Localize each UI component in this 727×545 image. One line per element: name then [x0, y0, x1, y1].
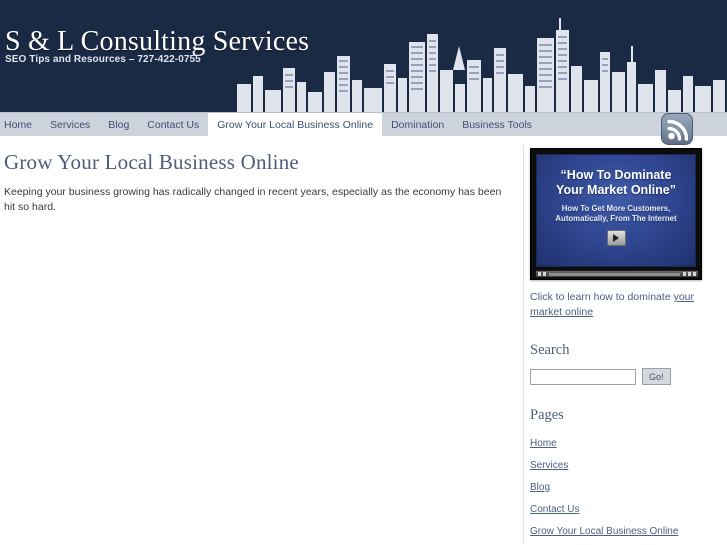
pages-link-home[interactable]: Home	[530, 438, 557, 449]
nav-item-contact-us[interactable]: Contact Us	[138, 113, 208, 137]
search-input[interactable]	[530, 368, 636, 385]
video-progress-slider[interactable]	[549, 272, 680, 276]
video-headline-line2: Your Market Online”	[556, 183, 676, 197]
promo-video-player[interactable]: “How To Dominate Your Market Online” How…	[530, 148, 702, 280]
video-caption-line1: Click to learn how to dominate	[530, 291, 671, 303]
video-watermark: ····	[540, 258, 551, 264]
list-item: Home	[530, 433, 727, 451]
video-control-bar[interactable]	[536, 270, 698, 277]
video-headline-line1: “How To Dominate	[560, 168, 672, 182]
video-screen: “How To Dominate Your Market Online” How…	[536, 154, 696, 267]
video-subline1: How To Get More Customers,	[561, 204, 671, 213]
list-item: Services	[530, 455, 727, 473]
pages-list: Home Services Blog Contact Us Grow Your …	[530, 433, 727, 545]
video-caption-link[interactable]: Click to learn how to dominate your mark…	[530, 290, 726, 320]
page-title: Grow Your Local Business Online	[4, 150, 299, 174]
content-wrapper: Grow Your Local Business Online Keeping …	[0, 136, 727, 545]
sidebar: “How To Dominate Your Market Online” How…	[524, 136, 727, 545]
search-widget: Search Go!	[530, 342, 727, 385]
search-go-button[interactable]: Go!	[642, 368, 671, 385]
site-header: S & L Consulting Services SEO Tips and R…	[0, 0, 727, 112]
pages-widget: Pages Home Services Blog Contact Us Grow…	[530, 407, 727, 545]
nav-item-business-tools[interactable]: Business Tools	[453, 113, 541, 137]
video-subline2: Automatically, From The Internet	[555, 214, 677, 223]
main-column: Grow Your Local Business Online Keeping …	[0, 136, 523, 545]
nav-item-blog[interactable]: Blog	[99, 113, 138, 137]
video-options-controls[interactable]	[683, 272, 696, 276]
pages-link-contact-us[interactable]: Contact Us	[530, 504, 579, 515]
video-fullscreen-icon[interactable]	[693, 272, 696, 276]
pages-link-blog[interactable]: Blog	[530, 482, 550, 493]
pages-widget-title: Pages	[530, 407, 564, 423]
site-tagline: SEO Tips and Resources – 727-422-0755	[5, 54, 201, 65]
list-item: Blog	[530, 477, 727, 495]
nav-item-home[interactable]: Home	[0, 113, 41, 137]
search-widget-title: Search	[530, 342, 570, 358]
video-volume-icon[interactable]	[683, 272, 686, 276]
nav-item-services[interactable]: Services	[41, 113, 99, 137]
nav-item-grow-your-local-business-online[interactable]: Grow Your Local Business Online	[208, 112, 383, 137]
video-transport-controls[interactable]	[538, 272, 546, 276]
video-subheadline: How To Get More Customers, Automatically…	[537, 204, 695, 224]
nav-item-domination[interactable]: Domination	[382, 113, 453, 137]
pages-link-services[interactable]: Services	[530, 460, 568, 471]
video-headline: “How To Dominate Your Market Online”	[537, 168, 695, 198]
page-root: S & L Consulting Services SEO Tips and R…	[0, 0, 727, 545]
video-stop-icon[interactable]	[543, 272, 546, 276]
page-intro-text: Keeping your business growing has radica…	[4, 186, 502, 214]
search-form: Go!	[530, 368, 727, 385]
video-play-button[interactable]	[606, 230, 626, 246]
pages-link-grow-your-local-business-online[interactable]: Grow Your Local Business Online	[530, 526, 678, 537]
list-item: Contact Us	[530, 499, 727, 517]
play-triangle-icon	[613, 234, 619, 242]
main-navigation: Home Services Blog Contact Us Grow Your …	[0, 112, 727, 145]
video-play-icon[interactable]	[538, 272, 541, 276]
video-settings-icon[interactable]	[688, 272, 691, 276]
rss-feed-icon[interactable]	[659, 111, 697, 149]
list-item: Grow Your Local Business Online	[530, 521, 727, 539]
